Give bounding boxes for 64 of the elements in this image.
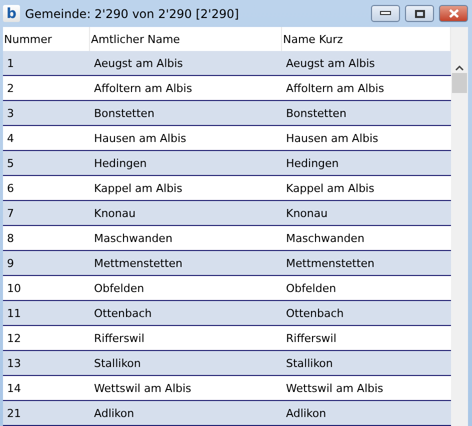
minimize-icon [380,11,391,16]
table-cell-text: Maschwanden [93,230,174,246]
table-cell-text: Hedingen [93,156,148,172]
table-cell-text: Wettswil am Albis [285,380,384,396]
window-title: Gemeinde: 2'290 von 2'290 [2'290] [25,6,240,20]
table-cell-text: Hausen am Albis [93,130,188,146]
table-row[interactable]: 21 Adlikon Adlikon [3,401,451,426]
table-cell-text: Wettswil am Albis [93,380,192,396]
table-cell-text: 3 [6,106,15,122]
close-button[interactable] [439,5,468,22]
table-cell-text: Maschwanden [285,230,366,246]
table-cell-text: 5 [6,156,15,172]
table-cell-text: Aeugst am Albis [285,56,376,72]
table-cell-text: Adlikon [285,406,328,422]
table-row[interactable]: 11 Ottenbach Ottenbach [3,301,451,326]
table-cell-text: 13 [6,356,22,372]
table-cell-text: 9 [6,256,15,272]
table-cell-text: Rifferswil [285,330,338,346]
table-cell-text: Mettmenstetten [93,256,184,272]
table-cell-text: Hedingen [285,156,340,172]
table-cell-text: Bonstetten [285,106,348,122]
table-row[interactable]: 1 Aeugst am Albis Aeugst am Albis [3,51,451,76]
table-row[interactable]: 7 Knonau Knonau [3,201,451,226]
table-row[interactable]: 5 Hedingen Hedingen [3,151,451,176]
table-row[interactable]: 13 Stallikon Stallikon [3,351,451,376]
table-cell-text: Hausen am Albis [285,130,380,146]
table-cell-text: Kappel am Albis [93,180,184,196]
table-cell-text: Ottenbach [93,306,153,322]
table-row[interactable]: 9 Mettmenstetten Mettmenstetten [3,251,451,276]
table-cell-text: Ottenbach [285,306,345,322]
scroll-up-icon[interactable] [455,65,464,71]
table-cell-text: 14 [6,380,22,396]
table-row[interactable]: 3 Bonstetten Bonstetten [3,101,451,126]
table-cell-text: Stallikon [285,356,334,372]
close-icon [448,9,458,18]
table-cell-text: 8 [6,230,15,246]
table-cell-text: Affoltern am Albis [93,80,194,96]
table-cell-text: 4 [6,130,15,146]
table-cell-text: Affoltern am Albis [285,80,386,96]
minimize-button[interactable] [371,5,400,22]
table-cell-text: Obfelden [285,280,338,296]
table-cell-text: Knonau [93,206,137,222]
table-cell-text: Adlikon [93,406,136,422]
table-cell-text: 2 [6,80,15,96]
maximize-button[interactable] [405,5,434,22]
table-cell-text: 12 [6,330,22,346]
table-cell-text: Bonstetten [93,106,156,122]
maximize-icon [414,10,424,18]
app-icon: b [3,5,20,22]
table-cell-text: Mettmenstetten [285,256,376,272]
table-cell-text: 6 [6,180,15,196]
table-cell-text: Kappel am Albis [285,180,376,196]
table-cell-text: Aeugst am Albis [93,56,184,72]
table-cell-text: Stallikon [93,356,142,372]
table-cell-text: 1 [6,56,15,72]
table-cell-text: Obfelden [93,280,146,296]
table-cell-text: 7 [6,206,15,222]
scrollbar[interactable] [451,27,468,426]
scroll-thumb[interactable] [452,73,467,93]
table-cell-text: Rifferswil [93,330,146,346]
table-cell-text: Knonau [285,206,329,222]
table-cell-text: 11 [6,306,22,322]
table-cell-text: 10 [6,280,22,296]
table-cell-text: 21 [6,406,22,422]
